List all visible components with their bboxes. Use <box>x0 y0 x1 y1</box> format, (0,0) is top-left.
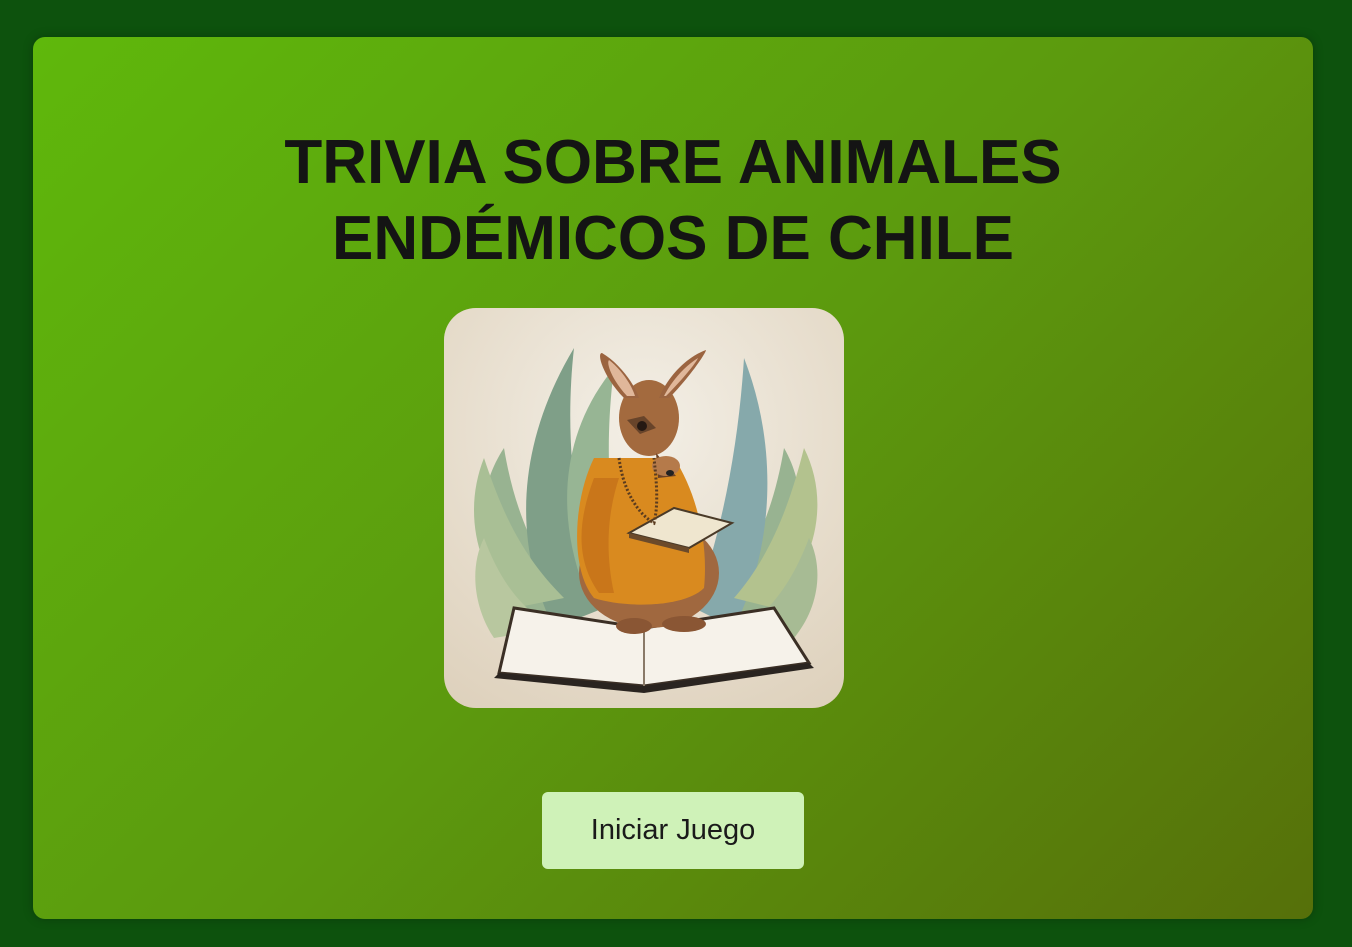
title-line-1: TRIVIA SOBRE ANIMALES <box>284 128 1062 197</box>
trivia-card: TRIVIA SOBRE ANIMALES ENDÉMICOS DE CHILE <box>33 37 1313 919</box>
kangaroo-reading-icon <box>474 348 818 693</box>
start-game-button[interactable]: Iniciar Juego <box>542 792 804 869</box>
page-title: TRIVIA SOBRE ANIMALES ENDÉMICOS DE CHILE <box>33 125 1313 277</box>
trivia-illustration <box>444 308 844 708</box>
title-line-2: ENDÉMICOS DE CHILE <box>331 204 1015 273</box>
